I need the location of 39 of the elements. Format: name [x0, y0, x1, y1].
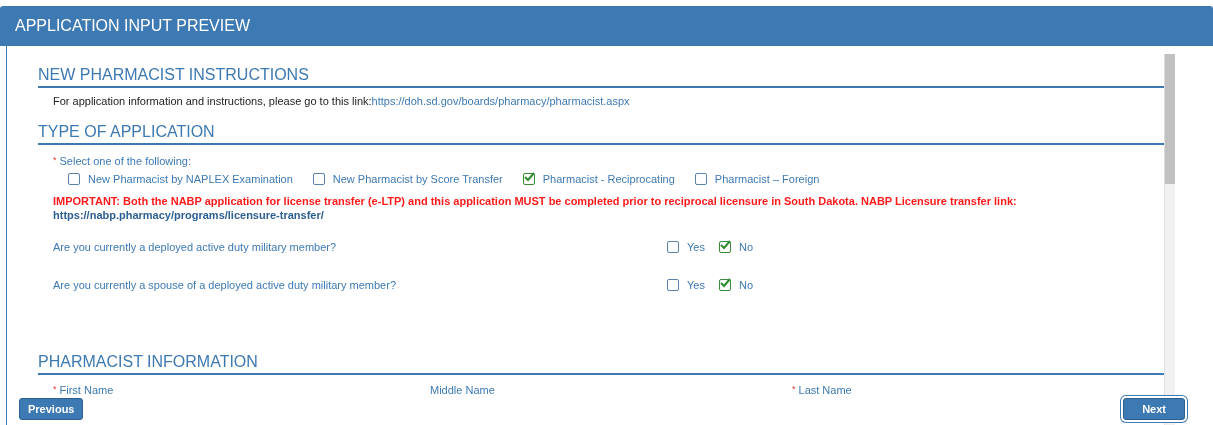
- section-heading: PHARMACIST INFORMATION: [38, 353, 1164, 375]
- link[interactable]: https://nabp.pharmacy/programs/licensure-transfer/: [38, 207, 1164, 221]
- checkbox[interactable]: [522, 173, 535, 185]
- check-icon: [523, 172, 535, 182]
- instructions-text: For application information and instructions, please go to this link:https://doh.sd.gov/boards/pharmacy/pharmacist.aspx: [52, 94, 631, 107]
- check-icon: [719, 240, 731, 250]
- checkbox[interactable]: [667, 241, 679, 253]
- window-title: APPLICATION INPUT PREVIEW: [0, 6, 1213, 46]
- question-text: Are you currently a spouse of a deployed active duty military member?: [53, 279, 397, 291]
- checkbox-option[interactable]: Yes: [667, 241, 705, 253]
- checkbox[interactable]: [718, 241, 731, 253]
- checkbox[interactable]: [694, 173, 707, 185]
- required-mark: *: [792, 384, 796, 394]
- required-mark: *: [53, 384, 57, 394]
- required-mark: *: [53, 155, 57, 165]
- field-label: First Name: [59, 384, 114, 396]
- checkbox-option[interactable]: Pharmacist - Reciprocating: [522, 173, 675, 185]
- checkbox-option[interactable]: Pharmacist – Foreign: [694, 173, 820, 185]
- checkbox[interactable]: [312, 173, 325, 185]
- section-heading: NEW PHARMACIST INSTRUCTIONS: [38, 66, 1164, 88]
- checkbox-option[interactable]: New Pharmacist by Score Transfer: [312, 173, 503, 185]
- previous-button[interactable]: Previous: [19, 398, 84, 420]
- checkbox[interactable]: [718, 279, 731, 291]
- checkbox-option[interactable]: No: [718, 241, 753, 253]
- field-label: Last Name: [798, 384, 852, 396]
- checkbox-option[interactable]: Yes: [667, 279, 705, 291]
- prompt-text: Select one of the following:: [59, 155, 191, 167]
- checkbox[interactable]: [667, 279, 679, 291]
- link[interactable]: https://doh.sd.gov/boards/pharmacy/pharmacist.aspx: [371, 95, 630, 107]
- field-label: Middle Name: [430, 384, 495, 396]
- checkbox[interactable]: [68, 173, 80, 185]
- section-heading: TYPE OF APPLICATION: [38, 123, 1164, 145]
- checkbox-option[interactable]: No: [718, 279, 753, 291]
- question-text: Are you currently a deployed active duty military member?: [53, 241, 338, 253]
- next-button[interactable]: Next: [1123, 398, 1185, 420]
- scrollbar[interactable]: [1164, 54, 1175, 425]
- check-icon: [719, 278, 731, 288]
- checkbox-option[interactable]: New Pharmacist by NAPLEX Examination: [68, 173, 293, 185]
- notice-text: IMPORTANT: Both the NABP application for license transfer (e-LTP) and this application MUST be completed prior to reciprocal licensure in South Dakota. NABP Licensure transfer link:: [52, 194, 1018, 207]
